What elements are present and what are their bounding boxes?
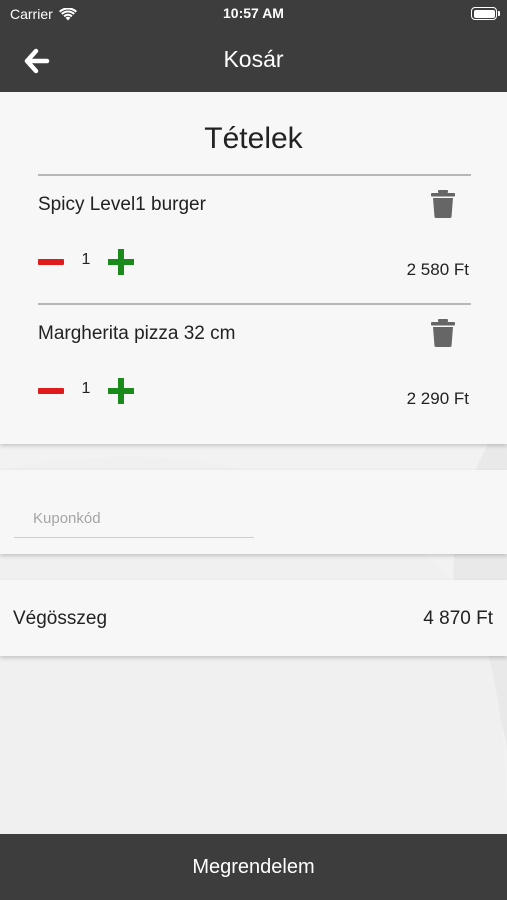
increase-quantity-button[interactable] xyxy=(108,378,134,404)
item-price: 2 580 Ft xyxy=(406,260,469,279)
coupon-card xyxy=(0,470,507,554)
navigation-bar: Kosár xyxy=(0,28,507,92)
delete-item-button[interactable] xyxy=(430,319,456,347)
quantity-value: 1 xyxy=(81,251,91,268)
decrease-quantity-button[interactable] xyxy=(38,388,64,394)
total-label: Végösszeg xyxy=(13,608,108,629)
cart-items-card: Tételek Spicy Level1 burger 1 2 580 Ft M… xyxy=(0,92,507,444)
item-price: 2 290 Ft xyxy=(406,389,469,408)
total-value: 4 870 Ft xyxy=(423,608,493,629)
status-time: 10:57 AM xyxy=(223,5,284,21)
divider xyxy=(38,174,471,176)
increase-quantity-button[interactable] xyxy=(108,249,134,275)
delete-item-button[interactable] xyxy=(430,190,456,218)
quantity-value: 1 xyxy=(81,380,91,397)
total-card: Végösszeg 4 870 Ft xyxy=(0,580,507,656)
decrease-quantity-button[interactable] xyxy=(38,259,64,265)
trash-icon xyxy=(431,190,455,218)
coupon-code-input[interactable] xyxy=(14,500,254,538)
trash-icon xyxy=(431,319,455,347)
page-title: Kosár xyxy=(223,46,284,72)
item-name: Spicy Level1 burger xyxy=(38,194,206,215)
item-name: Margherita pizza 32 cm xyxy=(38,323,236,344)
divider xyxy=(38,303,471,305)
items-heading: Tételek xyxy=(204,122,303,155)
battery-icon xyxy=(471,7,500,20)
status-bar: Carrier 10:57 AM xyxy=(0,0,507,28)
place-order-button[interactable]: Megrendelem xyxy=(0,834,507,900)
